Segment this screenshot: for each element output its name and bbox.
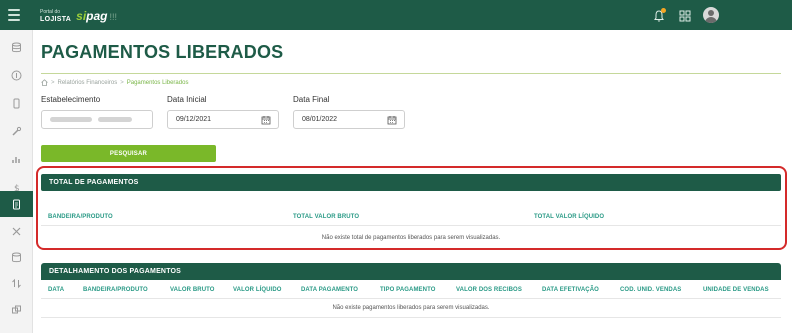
end-date-label: Data Final xyxy=(293,95,330,104)
redacted-establishment xyxy=(50,117,92,122)
redacted-establishment xyxy=(98,117,132,122)
details-col-net: VALOR LÍQUIDO xyxy=(233,287,282,293)
cross-tools-icon xyxy=(12,227,21,235)
details-col-effective-date: DATA EFETIVAÇÃO xyxy=(542,287,599,293)
details-empty-message: Não existe pagamentos liberados para ser… xyxy=(332,305,490,311)
breadcrumb-separator: > xyxy=(51,79,55,86)
logo-line2: LOJISTA xyxy=(40,16,72,23)
end-date-value: 08/01/2022 xyxy=(302,116,338,123)
wrench-icon xyxy=(12,126,22,136)
document-icon xyxy=(13,199,20,209)
phone-icon xyxy=(13,98,20,108)
calendar-icon[interactable] xyxy=(261,115,271,125)
sidebar-item-device[interactable] xyxy=(0,91,33,115)
menu-icon[interactable] xyxy=(8,9,20,21)
details-col-brand: BANDEIRA/PRODUTO xyxy=(83,287,148,293)
brand-sip: si xyxy=(76,9,87,23)
bar-chart-icon xyxy=(12,156,20,163)
transfer-icon xyxy=(12,278,21,288)
apps-grid-icon[interactable] xyxy=(678,9,692,23)
end-date-field[interactable]: 08/01/2022 xyxy=(293,110,405,129)
sidebar-item-transfer[interactable] xyxy=(0,271,33,295)
brand-ag: pag xyxy=(86,9,108,23)
sidebar-item-dollar-circle[interactable] xyxy=(0,63,33,87)
sidebar-item-settings[interactable] xyxy=(0,219,33,243)
link-icon xyxy=(12,305,21,313)
storage-icon xyxy=(12,252,21,262)
home-icon[interactable] xyxy=(41,79,48,86)
sidebar-item-payments[interactable] xyxy=(0,191,33,217)
start-date-field[interactable]: 09/12/2021 xyxy=(167,110,279,129)
sidebar-item-database[interactable] xyxy=(0,35,33,59)
search-button[interactable]: PESQUISAR xyxy=(41,145,216,162)
database-icon xyxy=(12,42,21,52)
breadcrumb-separator: > xyxy=(120,79,124,86)
details-col-receipts: VALOR DOS RECIBOS xyxy=(456,287,522,293)
sidebar: $ xyxy=(0,30,33,333)
sidebar-item-tools[interactable] xyxy=(0,119,33,143)
top-bar: Portal do LOJISTA si pag !!! xyxy=(0,0,792,30)
details-header-divider xyxy=(41,298,781,299)
details-col-gross: VALOR BRUTO xyxy=(170,287,215,293)
page-title: PAGAMENTOS LIBERADOS xyxy=(41,42,284,62)
brand-suffix: !!! xyxy=(109,12,118,22)
calendar-icon[interactable] xyxy=(387,115,397,125)
notification-dot xyxy=(661,8,666,13)
details-footer-divider xyxy=(41,317,781,318)
sidebar-item-more[interactable] xyxy=(0,297,33,321)
start-date-value: 09/12/2021 xyxy=(176,116,212,123)
breadcrumb-current: Pagamentos Liberados xyxy=(126,79,189,86)
dollar-circle-icon xyxy=(11,70,22,80)
details-col-date: DATA xyxy=(48,287,65,293)
establishment-select[interactable] xyxy=(41,110,153,129)
establishment-label: Estabelecimento xyxy=(41,95,101,104)
user-avatar[interactable] xyxy=(703,7,719,23)
details-col-payment-date: DATA PAGAMENTO xyxy=(301,287,359,293)
details-col-unit: UNIDADE DE VENDAS xyxy=(703,287,769,293)
details-col-unit-code: COD. UNID. VENDAS xyxy=(620,287,682,293)
breadcrumb-parent[interactable]: Relatórios Financeiros xyxy=(58,80,118,86)
logo-line1: Portal do xyxy=(40,9,61,15)
logo[interactable]: Portal do LOJISTA si pag !!! xyxy=(40,8,117,24)
breadcrumb: > Relatórios Financeiros > Pagamentos Li… xyxy=(41,79,188,86)
title-divider xyxy=(41,73,781,74)
sidebar-item-storage[interactable] xyxy=(0,245,33,269)
details-col-payment-type: TIPO PAGAMENTO xyxy=(380,287,436,293)
highlight-box xyxy=(36,166,787,250)
sidebar-item-reports[interactable] xyxy=(0,147,33,171)
details-section-header: DETALHAMENTO DOS PAGAMENTOS xyxy=(41,263,781,280)
start-date-label: Data Inicial xyxy=(167,95,207,104)
